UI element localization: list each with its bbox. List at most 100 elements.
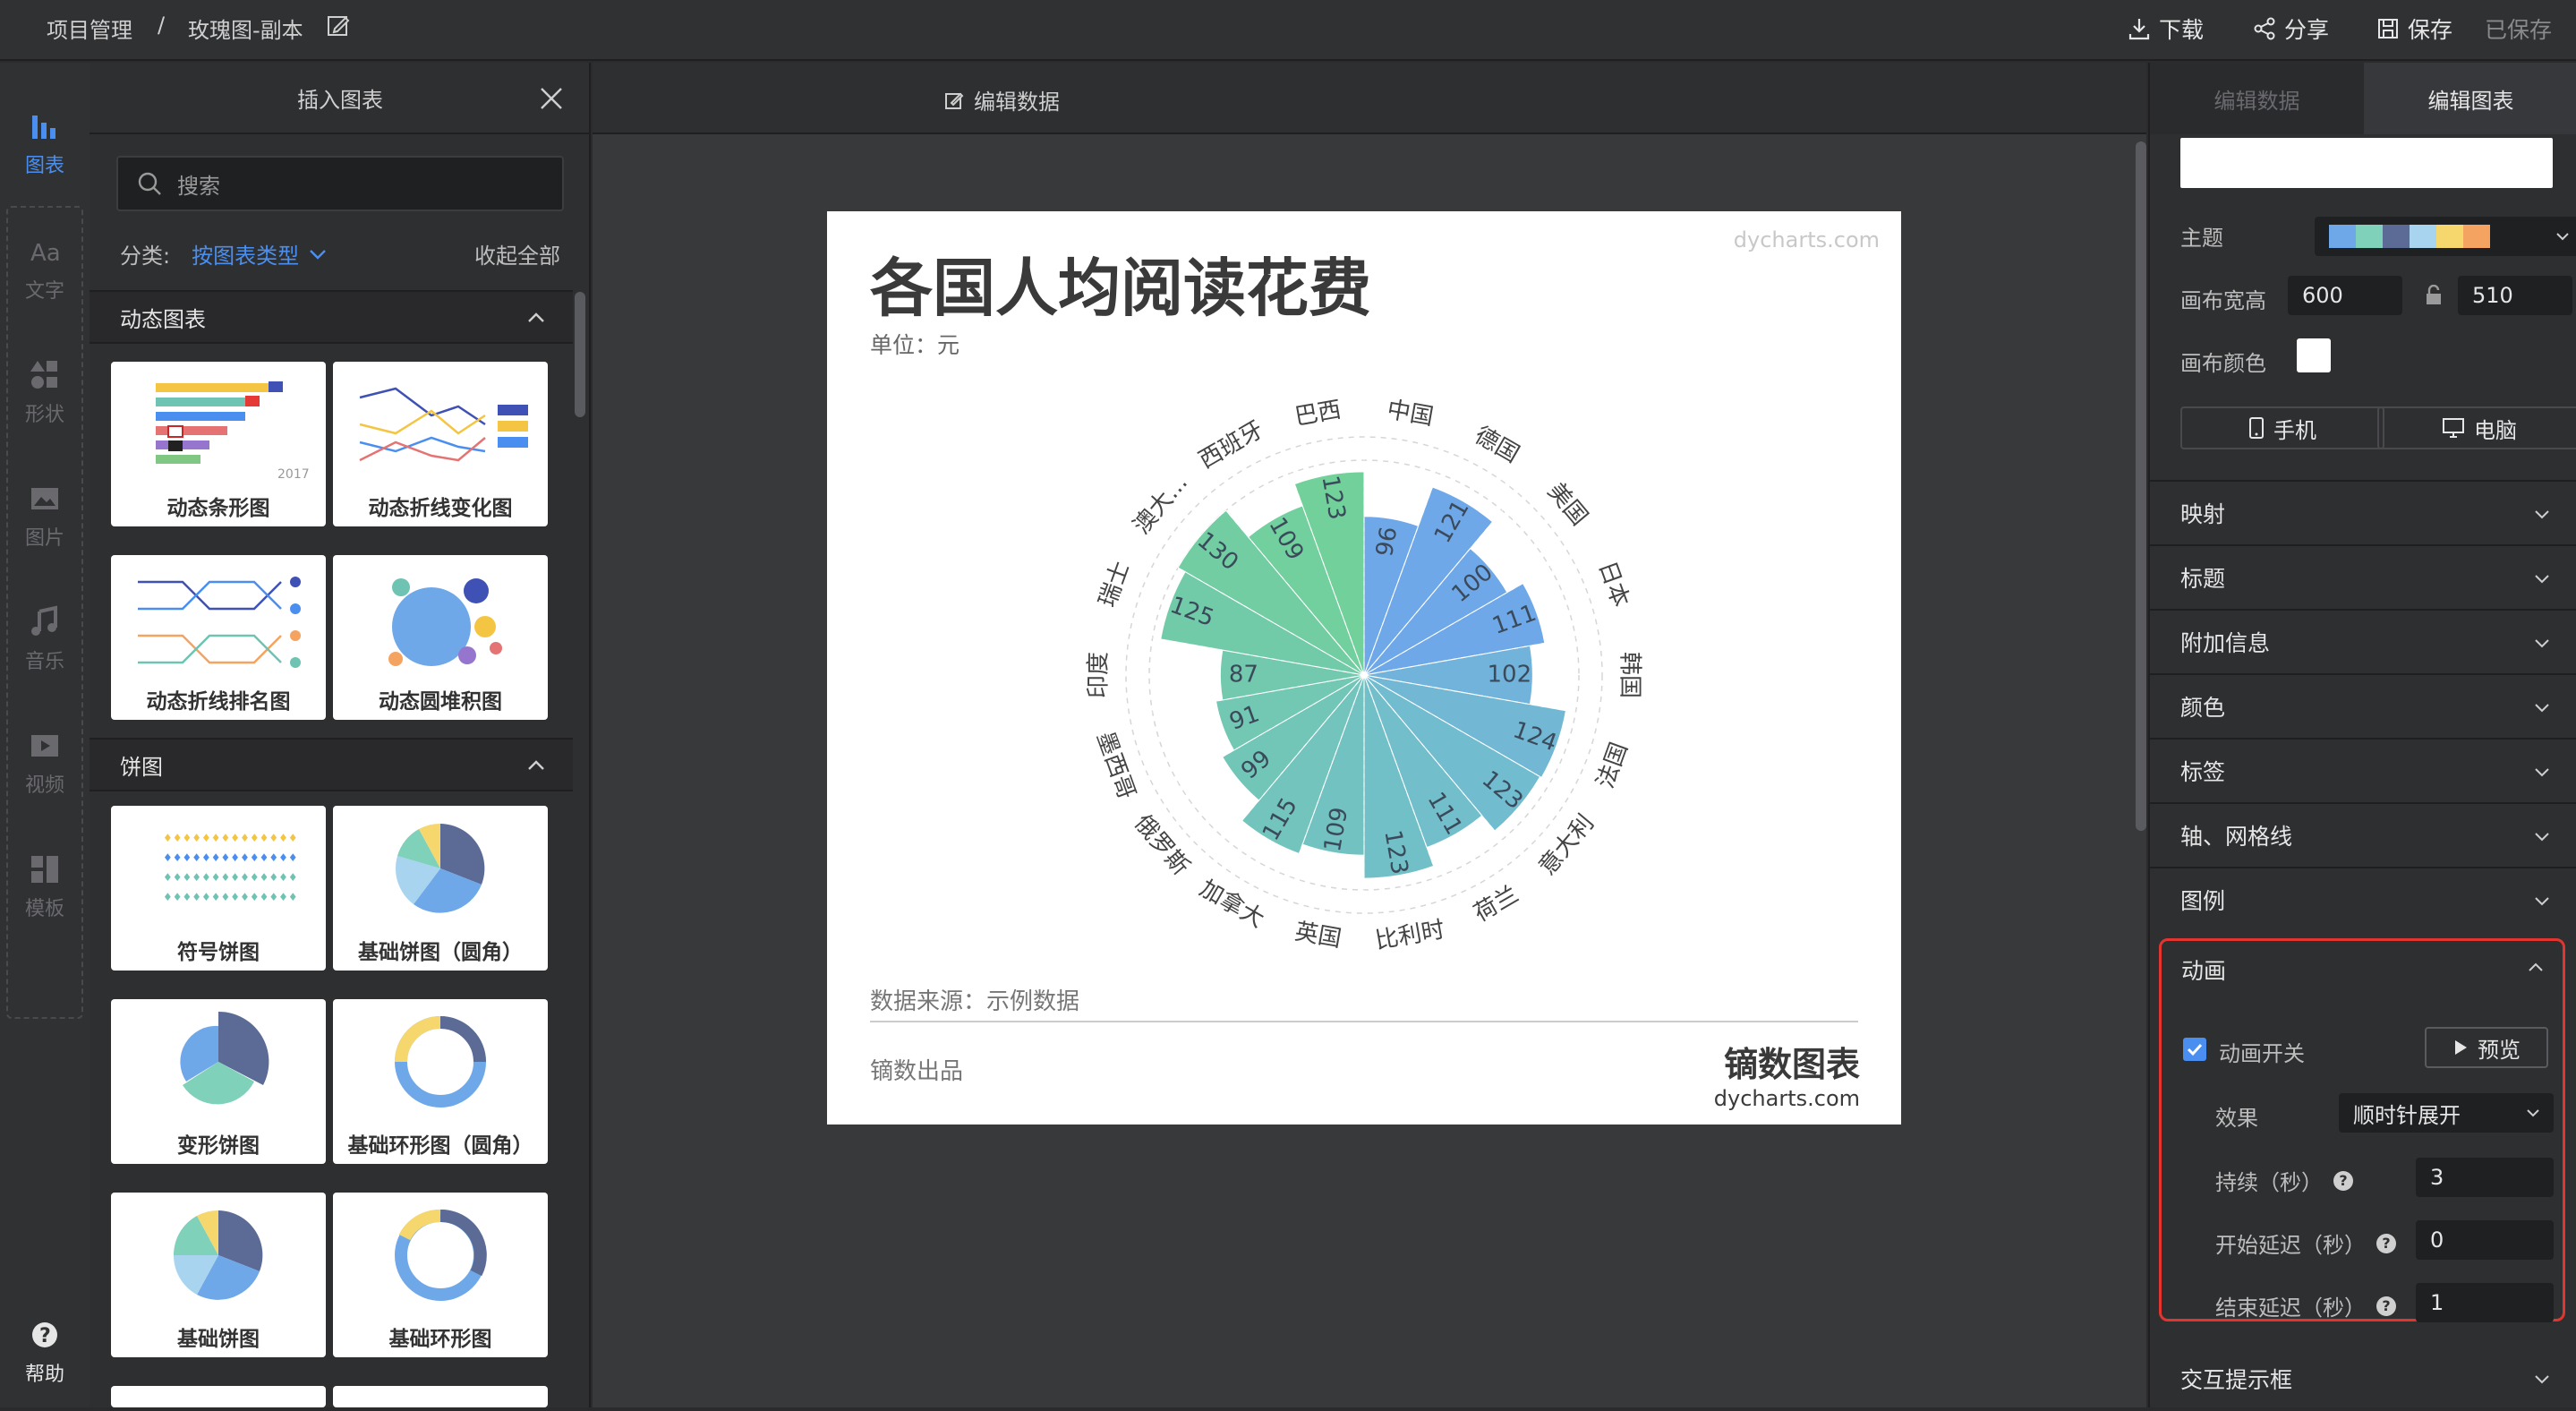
theme-row: 主题: [2180, 217, 2576, 256]
section-color[interactable]: 颜色: [2150, 673, 2576, 738]
help-icon[interactable]: ?: [2376, 1233, 2396, 1253]
section-label: 映射: [2180, 501, 2226, 527]
canvas-width-input[interactable]: 600: [2288, 276, 2402, 315]
search-input[interactable]: 搜索: [116, 156, 564, 211]
card-label: 基础环形图: [388, 1328, 492, 1351]
breadcrumb-root[interactable]: 项目管理: [47, 13, 132, 44]
edit-name-icon[interactable]: [326, 13, 351, 43]
desktop-button[interactable]: 电脑: [2377, 406, 2576, 449]
category-select[interactable]: 按图表类型: [192, 238, 328, 269]
panel-title: 插入图表: [90, 63, 591, 134]
start-delay-row: 开始延迟（秒） ?: [2215, 1227, 2396, 1259]
chart-source[interactable]: 数据来源：示例数据: [870, 983, 1079, 1016]
nav-item-text[interactable]: Aa 文字: [0, 215, 90, 322]
animation-title[interactable]: 动画: [2181, 953, 2226, 986]
duration-value: 3: [2430, 1165, 2444, 1190]
animation-checkbox[interactable]: [2183, 1038, 2206, 1061]
right-panel-tabs: 编辑数据 编辑图表: [2150, 63, 2576, 134]
canvas-size-label: 画布宽高: [2180, 288, 2266, 313]
canvas-color-row: 画布颜色: [2180, 338, 2553, 377]
collapse-all-button[interactable]: 收起全部: [474, 238, 560, 269]
lock-icon[interactable]: [2424, 285, 2444, 306]
start-delay-value: 0: [2430, 1227, 2444, 1253]
chevron-down-icon: [2535, 833, 2549, 842]
share-button[interactable]: 分享: [2252, 13, 2329, 45]
nav-item-image[interactable]: 图片: [0, 462, 90, 569]
watermark-text: dycharts.com: [1733, 227, 1880, 252]
section-labels[interactable]: 标签: [2150, 738, 2576, 802]
chevron-down-icon: [2535, 768, 2549, 777]
theme-select[interactable]: [2315, 217, 2576, 256]
close-icon[interactable]: [539, 86, 564, 111]
chart-card-variant-pie[interactable]: 变形饼图: [111, 999, 326, 1164]
chart-card-dynamic-rank[interactable]: 动态折线排名图: [111, 555, 326, 720]
chart-card-dynamic-bar[interactable]: 2017 动态条形图: [111, 362, 326, 526]
section-mapping[interactable]: 映射: [2150, 480, 2576, 544]
chart-card-dynamic-circle[interactable]: 动态圆堆积图: [333, 555, 548, 720]
nav-label-text: 文字: [24, 280, 64, 303]
chart-card-symbol-pie[interactable]: ♦♦♦♦♦♦♦♦♦♦♦♦♦♦ ♦♦♦♦♦♦♦♦♦♦♦♦♦♦ ♦♦♦♦♦♦♦♦♦♦…: [111, 806, 326, 971]
chart-card-basic-donut-round[interactable]: 基础环形图（圆角）: [333, 999, 548, 1164]
chart-card-partial[interactable]: [111, 1386, 326, 1407]
download-button[interactable]: 下载: [2127, 13, 2204, 45]
petal-value-label: 96: [1371, 525, 1403, 559]
chart-card-basic-donut[interactable]: 基础环形图: [333, 1193, 548, 1357]
help-label: 帮助: [24, 1364, 64, 1386]
section-extra-info[interactable]: 附加信息: [2150, 609, 2576, 673]
tab-edit-chart[interactable]: 编辑图表: [2364, 63, 2576, 134]
chevron-up-icon: [528, 312, 544, 322]
nav-item-video[interactable]: 视频: [0, 709, 90, 817]
nav-item-music[interactable]: 音乐: [0, 586, 90, 693]
chart-page[interactable]: 96 中国 121 德国 100 美国 111 日本 102 韩国 124 法国 123 意大利 111 荷兰…: [827, 211, 1901, 1125]
help-icon[interactable]: ?: [2376, 1296, 2396, 1316]
chart-maker[interactable]: 镝数出品: [870, 1053, 963, 1086]
section-header-pie[interactable]: 饼图: [90, 738, 573, 791]
nav-item-shape[interactable]: 形状: [0, 338, 90, 446]
section-header-dynamic[interactable]: 动态图表: [90, 290, 573, 344]
start-delay-label: 开始延迟（秒）: [2215, 1233, 2366, 1258]
canvas-height-input[interactable]: 510: [2458, 276, 2572, 315]
chevron-up-icon[interactable]: [2527, 959, 2545, 977]
nav-label-template: 模板: [24, 898, 64, 920]
saved-status: 已保存: [2485, 17, 2553, 43]
canvas-color-swatch[interactable]: [2297, 338, 2331, 372]
preview-button[interactable]: 预览: [2425, 1027, 2548, 1068]
save-button[interactable]: 保存: [2376, 13, 2452, 45]
section-axis-grid[interactable]: 轴、网格线: [2150, 802, 2576, 867]
chart-card-partial[interactable]: [333, 1386, 548, 1407]
insert-panel-scrollbar[interactable]: [575, 292, 585, 417]
brand-cn: 镝数图表: [1723, 1044, 1860, 1084]
nav-item-template[interactable]: 模板: [0, 833, 90, 940]
mobile-button[interactable]: 手机: [2180, 406, 2384, 449]
end-delay-input[interactable]: 1: [2416, 1283, 2554, 1322]
symbol-pie-thumbnail: ♦♦♦♦♦♦♦♦♦♦♦♦♦♦ ♦♦♦♦♦♦♦♦♦♦♦♦♦♦ ♦♦♦♦♦♦♦♦♦♦…: [163, 832, 298, 903]
section-legend[interactable]: 图例: [2150, 867, 2576, 931]
section-label: 颜色: [2180, 695, 2226, 721]
chart-card-basic-pie[interactable]: 基础饼图: [111, 1193, 326, 1357]
canvas-color-label: 画布颜色: [2180, 351, 2266, 376]
duration-input[interactable]: 3: [2416, 1158, 2554, 1197]
start-delay-input[interactable]: 0: [2416, 1220, 2554, 1260]
chevron-down-icon: [2535, 1375, 2549, 1384]
canvas-scrollbar[interactable]: [2136, 141, 2146, 831]
chart-card-basic-pie-round[interactable]: 基础饼图（圆角）: [333, 806, 548, 971]
help-button[interactable]: ? 帮助: [0, 1298, 90, 1406]
category-label: 美国: [1542, 478, 1592, 531]
chart-title[interactable]: 各国人均阅读花费: [870, 238, 1371, 329]
chart-unit[interactable]: 单位：元: [870, 328, 960, 360]
tab-edit-data[interactable]: 编辑数据: [2150, 63, 2364, 134]
effect-value: 顺时针展开: [2353, 1102, 2461, 1128]
category-value: 按图表类型: [192, 244, 300, 269]
section-title[interactable]: 标题: [2150, 544, 2576, 609]
category-label: 分类:: [120, 244, 171, 269]
theme-swatch: [2329, 225, 2356, 248]
dynamic-rank-thumbnail: [138, 577, 301, 668]
chart-card-dynamic-line[interactable]: 动态折线变化图: [333, 362, 548, 526]
section-tooltip[interactable]: 交互提示框: [2150, 1347, 2576, 1411]
theme-swatch: [2410, 225, 2436, 248]
effect-select[interactable]: 顺时针展开: [2339, 1093, 2554, 1133]
nav-item-chart[interactable]: 图表: [0, 90, 90, 197]
thumb-year: 2017: [277, 467, 310, 482]
help-icon[interactable]: ?: [2333, 1170, 2353, 1191]
edit-data-button[interactable]: 编辑数据: [943, 84, 1060, 115]
